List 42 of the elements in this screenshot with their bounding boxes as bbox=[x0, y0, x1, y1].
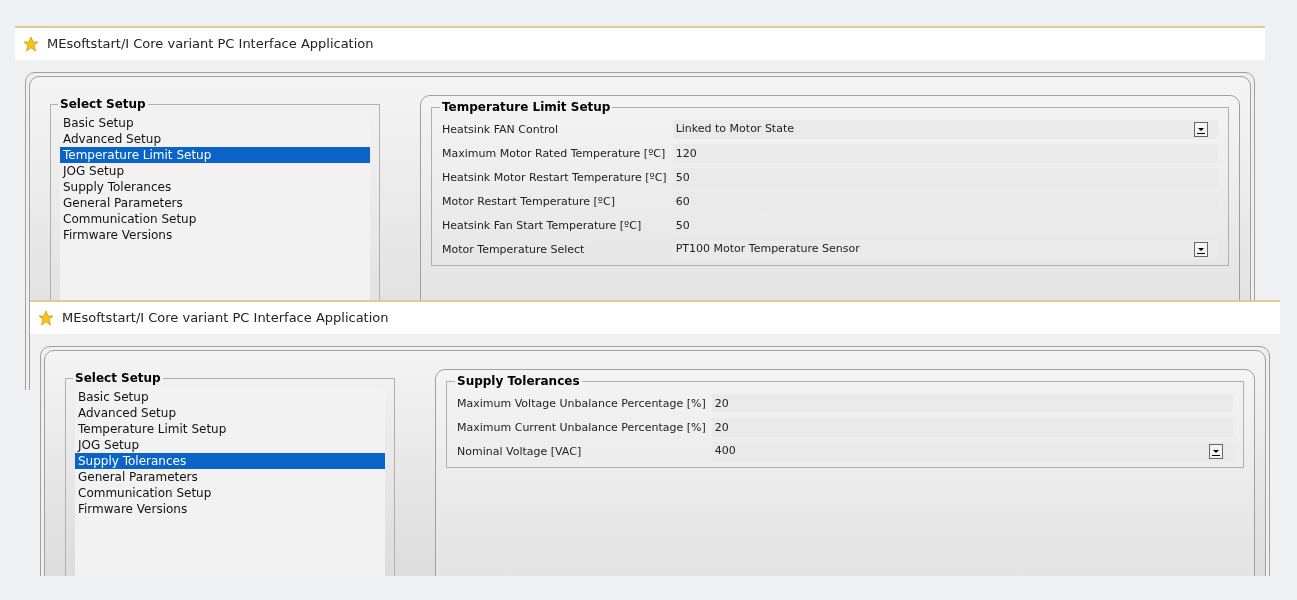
dropdown-value: 400 bbox=[714, 443, 736, 460]
field-label: Motor Restart Temperature [ºC] bbox=[442, 194, 616, 210]
setup-list-item[interactable]: Temperature Limit Setup bbox=[75, 421, 385, 437]
setup-list-item[interactable]: Advanced Setup bbox=[75, 405, 385, 421]
group-title: Temperature Limit Setup bbox=[441, 99, 612, 116]
input-field[interactable]: 20 bbox=[711, 394, 1233, 413]
setup-list-item[interactable]: JOG Setup bbox=[75, 437, 385, 453]
dropdown-value: Linked to Motor State bbox=[675, 121, 794, 138]
field-label: Heatsink Fan Start Temperature [ºC] bbox=[442, 218, 643, 234]
setup-list-item[interactable]: Communication Setup bbox=[75, 485, 385, 501]
setup-list-item[interactable]: General Parameters bbox=[60, 195, 370, 211]
setup-list-item[interactable]: Firmware Versions bbox=[75, 501, 385, 517]
setup-list-item[interactable]: JOG Setup bbox=[60, 163, 370, 179]
setup-list-item[interactable]: Basic Setup bbox=[60, 115, 370, 131]
field-label: Maximum Motor Rated Temperature [ºC] bbox=[442, 146, 667, 162]
group-title: Supply Tolerances bbox=[456, 373, 581, 390]
dropdown-value: PT100 Motor Temperature Sensor bbox=[675, 241, 860, 258]
input-field[interactable]: 120 bbox=[672, 144, 1218, 163]
group-title: Select Setup bbox=[59, 96, 147, 113]
field-label: Maximum Voltage Unbalance Percentage [%] bbox=[457, 396, 706, 412]
window-title: MEsoftstart/I Core variant PC Interface Application bbox=[62, 309, 389, 328]
group-title: Select Setup bbox=[74, 370, 162, 387]
setup-list-item[interactable]: Communication Setup bbox=[60, 211, 370, 227]
setup-list-item[interactable]: Basic Setup bbox=[75, 389, 385, 405]
input-field[interactable]: 50 bbox=[672, 168, 1218, 187]
field-label: Heatsink FAN Control bbox=[442, 122, 560, 138]
setup-list-item[interactable]: Supply Tolerances bbox=[75, 453, 385, 469]
field-label: Nominal Voltage [VAC] bbox=[457, 444, 583, 460]
dropdown[interactable]: Linked to Motor State bbox=[672, 120, 1218, 139]
setup-list-item[interactable]: Firmware Versions bbox=[60, 227, 370, 243]
dropdown[interactable]: 400 bbox=[711, 442, 1233, 461]
star-icon bbox=[38, 310, 54, 326]
field-label: Heatsink Motor Restart Temperature [ºC] bbox=[442, 170, 667, 186]
setup-list-item[interactable]: Advanced Setup bbox=[60, 131, 370, 147]
field-label: Motor Temperature Select bbox=[442, 242, 586, 258]
field-label: Maximum Current Unbalance Percentage [%] bbox=[457, 420, 706, 436]
setup-list-item[interactable]: General Parameters bbox=[75, 469, 385, 485]
input-field[interactable]: 20 bbox=[711, 418, 1233, 437]
setup-list-item[interactable]: Temperature Limit Setup bbox=[60, 147, 370, 163]
setup-list-item[interactable]: Supply Tolerances bbox=[60, 179, 370, 195]
star-icon bbox=[23, 36, 39, 52]
window-title: MEsoftstart/I Core variant PC Interface Application bbox=[47, 35, 374, 54]
